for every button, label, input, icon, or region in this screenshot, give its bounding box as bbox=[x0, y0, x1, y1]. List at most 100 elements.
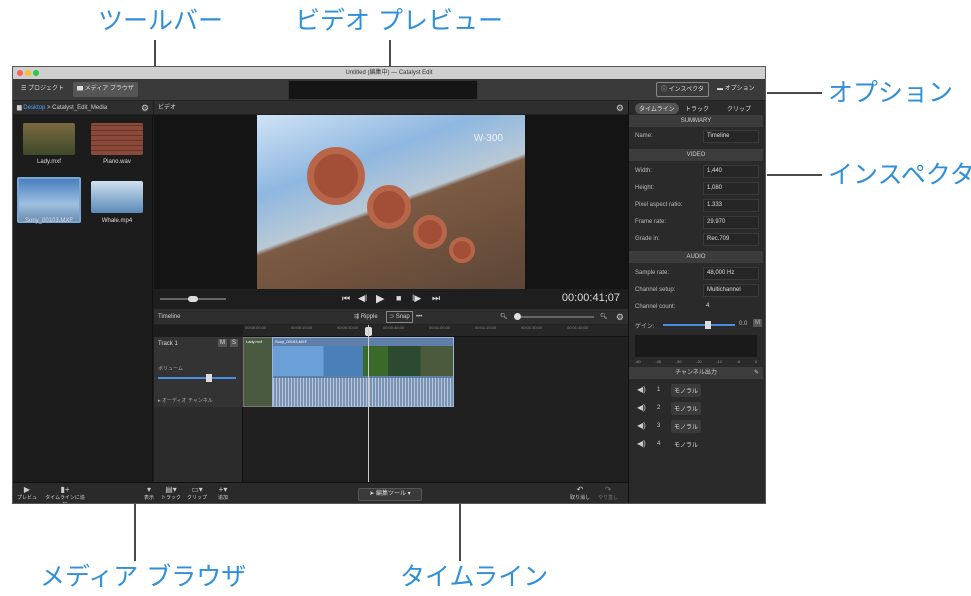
snap-button[interactable]: ⊃ Snap bbox=[386, 311, 413, 323]
framerate-row: Frame rate: 29.970 bbox=[629, 215, 763, 230]
speaker-icon[interactable]: ◀) bbox=[637, 403, 646, 412]
jog-slider[interactable] bbox=[160, 296, 226, 302]
add-menu-button[interactable]: +▾ 追加 bbox=[213, 485, 233, 502]
audio-channels-toggle[interactable]: ▸ オーディオ チャンネル bbox=[158, 397, 213, 404]
folder-icon: ▆ bbox=[77, 86, 85, 92]
name-row: Name: Timeline bbox=[629, 129, 763, 144]
info-icon: ⓘ bbox=[661, 87, 669, 93]
toolbar: ☰ プロジェクト ▆ メディア ブラウザ ⓘ インスペクタ ▬ オプション bbox=[13, 79, 765, 101]
path-root[interactable]: Desktop bbox=[23, 105, 45, 111]
callout-timeline: タイムライン bbox=[400, 562, 549, 591]
channelsetup-select[interactable]: Multichannel bbox=[703, 284, 759, 297]
redo-icon: ↷ bbox=[604, 485, 612, 494]
media-browser-button[interactable]: ▆ メディア ブラウザ bbox=[73, 82, 138, 97]
hamburger-icon: ☰ bbox=[21, 86, 29, 92]
gear-icon[interactable]: ⚙ bbox=[616, 101, 624, 115]
inspector-button[interactable]: ⓘ インスペクタ bbox=[656, 82, 709, 97]
timeline-ruler[interactable]: 00:00:00;00 00:00:15;00 00:00:30;00 00:0… bbox=[243, 325, 628, 337]
inspector-tabs: タイムライン トラック クリップ bbox=[629, 101, 765, 115]
timeline-label: Timeline bbox=[158, 314, 181, 320]
section-video: VIDEO bbox=[629, 149, 763, 161]
thumb-whale[interactable] bbox=[91, 181, 143, 213]
thumb-sony-selected[interactable] bbox=[17, 177, 81, 223]
track-menu-button[interactable]: ▤▾ トラック bbox=[159, 485, 183, 502]
edit-tool-select[interactable]: ➤ 編集ツール ▾ bbox=[358, 488, 422, 501]
thumb-label: Lady.mxf bbox=[37, 159, 61, 165]
track-volume-slider[interactable] bbox=[158, 374, 236, 382]
par-field[interactable]: 1.333 bbox=[703, 199, 759, 212]
solo-button[interactable]: S bbox=[230, 339, 239, 347]
thumb-lady[interactable] bbox=[23, 123, 75, 155]
framerate-field[interactable]: 29.970 bbox=[703, 216, 759, 229]
magnet-icon: ⊃ bbox=[389, 314, 396, 320]
speaker-icon[interactable]: ◀) bbox=[637, 439, 646, 448]
preview-button[interactable]: ▶プレビュー bbox=[15, 485, 39, 503]
app-window: Untitled (編集中) — Catalyst Edit ☰ プロジェクト … bbox=[12, 66, 766, 504]
zoom-out-icon[interactable]: 🔍︎ bbox=[500, 309, 508, 325]
channel-mode[interactable]: モノラル bbox=[671, 402, 702, 415]
wrench-icon[interactable]: ✎ bbox=[754, 367, 759, 379]
playhead-line bbox=[368, 325, 369, 482]
roof-tile bbox=[449, 237, 475, 263]
mute-button[interactable]: M bbox=[218, 339, 227, 347]
zoom-slider[interactable] bbox=[514, 313, 594, 320]
video-preview: W-300 bbox=[154, 115, 628, 289]
options-button[interactable]: ▬ オプション bbox=[713, 82, 759, 97]
gain-mute-button[interactable]: M bbox=[753, 319, 762, 327]
play-icon[interactable]: ▶ bbox=[376, 292, 384, 305]
speaker-icon[interactable]: ◀) bbox=[637, 421, 646, 430]
clip-filmstrip bbox=[273, 346, 453, 376]
channelsetup-row: Channel setup: Multichannel bbox=[629, 283, 763, 298]
channel-row: ◀) 3 モノラル bbox=[629, 419, 763, 435]
stop-icon[interactable]: ■ bbox=[396, 293, 401, 303]
channelcount-field[interactable]: 4 bbox=[703, 301, 759, 314]
gear-icon[interactable]: ⚙ bbox=[616, 309, 624, 325]
clip-menu-button[interactable]: ▭▾ クリップ bbox=[185, 485, 209, 502]
channel-mode[interactable]: モノラル bbox=[671, 384, 702, 397]
add-to-timeline-button[interactable]: ▮+タイムラインに追加 bbox=[43, 485, 87, 503]
channel-row: ◀) 2 モノラル bbox=[629, 401, 763, 417]
name-field[interactable]: Timeline bbox=[703, 130, 759, 143]
tab-timeline[interactable]: タイムライン bbox=[635, 103, 679, 114]
redo-button[interactable]: ↷ やり直し bbox=[597, 485, 619, 502]
path-folder[interactable]: Catalyst_Edit_Media bbox=[52, 105, 107, 111]
view-menu-button[interactable]: ▾ 表示 bbox=[139, 485, 159, 502]
grade-select[interactable]: Rec.709 bbox=[703, 233, 759, 246]
undo-button[interactable]: ↶ 取り消し bbox=[569, 485, 591, 502]
channel-mode[interactable]: モノラル bbox=[671, 438, 701, 451]
undo-icon: ↶ bbox=[576, 485, 584, 494]
zoom-in-icon[interactable]: 🔍︎ bbox=[600, 309, 608, 325]
browser-header: ▆ Desktop > Catalyst_Edit_Media ⚙ bbox=[13, 101, 153, 115]
clip-lady[interactable]: Lady.mxf bbox=[243, 337, 273, 407]
track-1-header[interactable]: Track 1 M S ボリューム ▸ オーディオ チャンネル bbox=[154, 337, 243, 407]
clip-label: Sony_00103.MXF bbox=[275, 339, 308, 344]
ruler-tick: 00:00:30;00 bbox=[337, 325, 359, 330]
step-forward-icon[interactable]: ǀ▶ bbox=[412, 293, 421, 304]
height-field[interactable]: 1,080 bbox=[703, 182, 759, 195]
inspector-panel: タイムライン トラック クリップ SUMMARY Name: Timeline V… bbox=[628, 101, 765, 503]
project-button[interactable]: ☰ プロジェクト bbox=[17, 82, 68, 97]
roof-tile bbox=[413, 215, 447, 249]
tab-track[interactable]: トラック bbox=[685, 104, 709, 113]
timeline-tracks: Lady.mxf Sony_00103.MXF bbox=[243, 325, 628, 482]
samplerate-select[interactable]: 48,000 Hz bbox=[703, 267, 759, 280]
meter-scale: -60 -45 -30 -20 -12 -6 0 bbox=[635, 359, 757, 364]
ripple-button[interactable]: ⇶ Ripple bbox=[354, 309, 378, 325]
speaker-icon[interactable]: ◀) bbox=[637, 385, 646, 394]
channel-mode[interactable]: モノラル bbox=[671, 420, 702, 433]
width-field[interactable]: 1,440 bbox=[703, 165, 759, 178]
gear-icon[interactable]: ⚙ bbox=[141, 101, 149, 115]
section-audio: AUDIO bbox=[629, 251, 763, 263]
window-title: Untitled (編集中) — Catalyst Edit bbox=[345, 70, 433, 76]
step-back-icon[interactable]: ◀ǀ bbox=[358, 293, 367, 304]
tab-clip[interactable]: クリップ bbox=[727, 104, 751, 113]
gain-slider[interactable] bbox=[663, 321, 735, 329]
go-start-icon[interactable]: ⏮ bbox=[342, 293, 350, 304]
ruler-tick: 00:01:45;00 bbox=[567, 325, 589, 330]
thumb-piano[interactable] bbox=[91, 123, 143, 155]
more-button[interactable]: ••• bbox=[416, 309, 422, 325]
go-end-icon[interactable]: ⏭ bbox=[432, 293, 440, 304]
ripple-icon: ⇶ bbox=[354, 314, 361, 320]
clip-sony[interactable]: Sony_00103.MXF bbox=[272, 337, 454, 407]
plus-icon: +▾ bbox=[218, 485, 228, 494]
